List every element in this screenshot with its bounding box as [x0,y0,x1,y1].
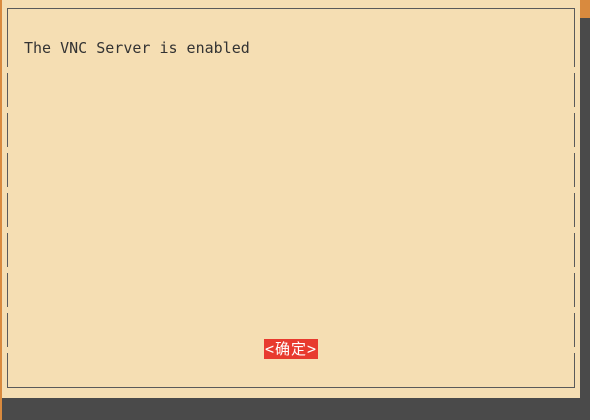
frame-divider [574,67,575,73]
ok-button[interactable]: <确定> [264,339,319,359]
frame-divider [7,227,8,233]
frame-divider [574,107,575,113]
frame-divider [574,347,575,353]
frame-divider [7,187,8,193]
dialog-message: The VNC Server is enabled [24,39,250,57]
terminal-edge-right [580,0,590,18]
frame-divider [574,307,575,313]
dialog-frame [7,8,575,388]
frame-divider [574,187,575,193]
frame-divider [574,227,575,233]
frame-divider [7,147,8,153]
frame-divider [574,147,575,153]
frame-divider [7,307,8,313]
dialog-shadow-bottom [12,398,590,420]
frame-divider [7,347,8,353]
dialog-shadow-right [580,18,590,420]
frame-divider [574,267,575,273]
frame-divider [7,107,8,113]
frame-divider [7,267,8,273]
frame-divider [7,67,8,73]
message-dialog: The VNC Server is enabled <确定> [2,0,580,398]
